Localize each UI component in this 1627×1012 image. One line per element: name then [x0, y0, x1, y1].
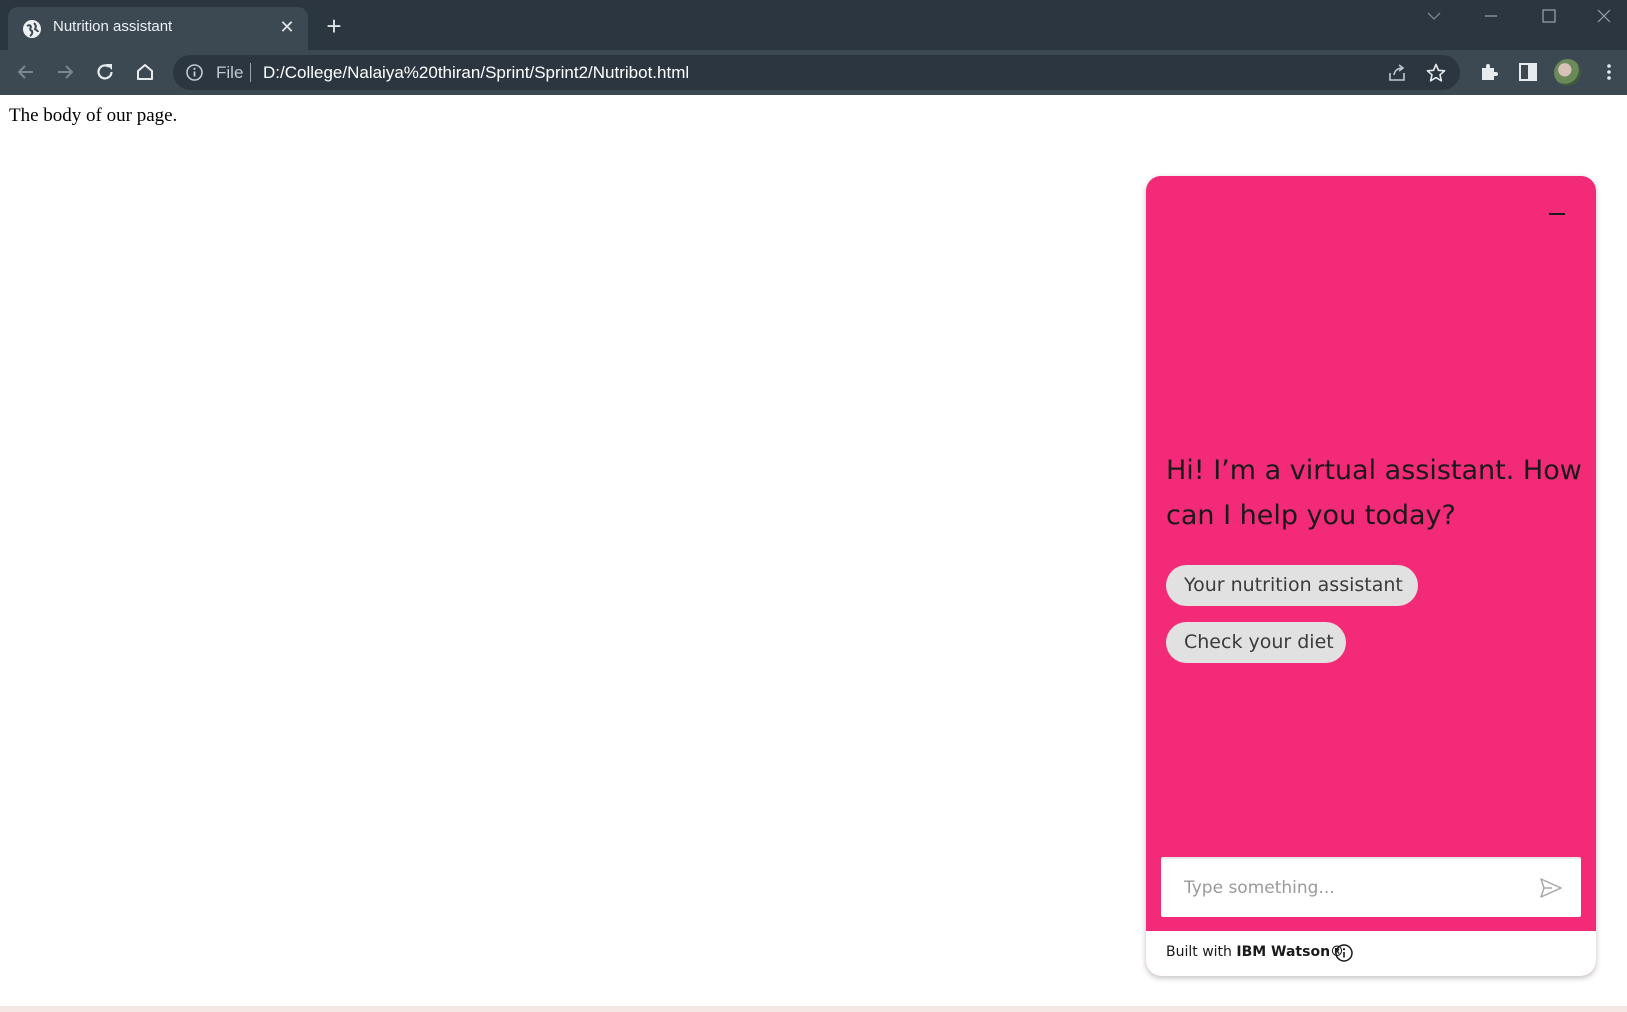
bookmark-star-icon[interactable] — [1425, 62, 1447, 84]
home-icon[interactable] — [132, 59, 158, 85]
address-bar[interactable]: File D:/College/Nalaiya%20thiran/Sprint/… — [173, 55, 1460, 90]
chevron-down-icon[interactable] — [1411, 0, 1457, 32]
option-check-your-diet[interactable]: Check your diet — [1166, 622, 1346, 663]
message-input[interactable] — [1161, 859, 1544, 917]
option-your-nutrition-assistant[interactable]: Your nutrition assistant — [1166, 565, 1418, 606]
built-with-prefix: Built with — [1166, 944, 1237, 960]
tab-title: Nutrition assistant — [53, 18, 173, 35]
share-icon[interactable] — [1386, 62, 1408, 84]
browser-toolbar: File D:/College/Nalaiya%20thiran/Sprint/… — [0, 50, 1627, 95]
omnibox-divider — [250, 63, 251, 82]
profile-avatar[interactable] — [1554, 59, 1581, 86]
side-panel-icon[interactable] — [1515, 59, 1541, 85]
new-tab-button[interactable]: + — [322, 13, 346, 39]
reload-icon[interactable] — [92, 59, 118, 85]
minimize-chat-button[interactable] — [1543, 202, 1571, 226]
extensions-puzzle-icon[interactable] — [1476, 59, 1502, 85]
tab-close-icon[interactable]: ✕ — [276, 16, 298, 38]
minimize-icon[interactable] — [1468, 0, 1514, 32]
assistant-greeting: Hi! I’m a virtual assistant. How can I h… — [1166, 455, 1582, 531]
maximize-icon[interactable] — [1526, 0, 1572, 32]
brand-name: IBM Watson® — [1236, 944, 1345, 960]
minus-icon — [1549, 213, 1565, 215]
info-icon[interactable] — [1334, 943, 1354, 963]
chat-footer: Built with IBM Watson® — [1146, 931, 1596, 976]
close-window-icon[interactable] — [1581, 0, 1627, 32]
globe-icon — [23, 20, 41, 38]
chat-widget: Hi! I’m a virtual assistant. How can I h… — [1146, 176, 1596, 976]
tab-strip: Nutrition assistant ✕ + — [0, 0, 1627, 50]
menu-kebab-icon[interactable] — [1596, 59, 1622, 85]
back-arrow-icon[interactable] — [13, 59, 39, 85]
built-with-text: Built with IBM Watson® — [1166, 944, 1344, 960]
message-input-container — [1161, 857, 1581, 917]
url-text[interactable]: D:/College/Nalaiya%20thiran/Sprint/Sprin… — [263, 63, 689, 83]
browser-tab[interactable]: Nutrition assistant ✕ — [8, 7, 308, 50]
forward-arrow-icon[interactable] — [52, 59, 78, 85]
info-icon[interactable] — [185, 63, 204, 82]
page-bottom-edge — [0, 1006, 1627, 1012]
page-body-text: The body of our page. — [9, 105, 178, 126]
scheme-label: File — [216, 63, 244, 82]
send-icon[interactable] — [1538, 875, 1564, 901]
